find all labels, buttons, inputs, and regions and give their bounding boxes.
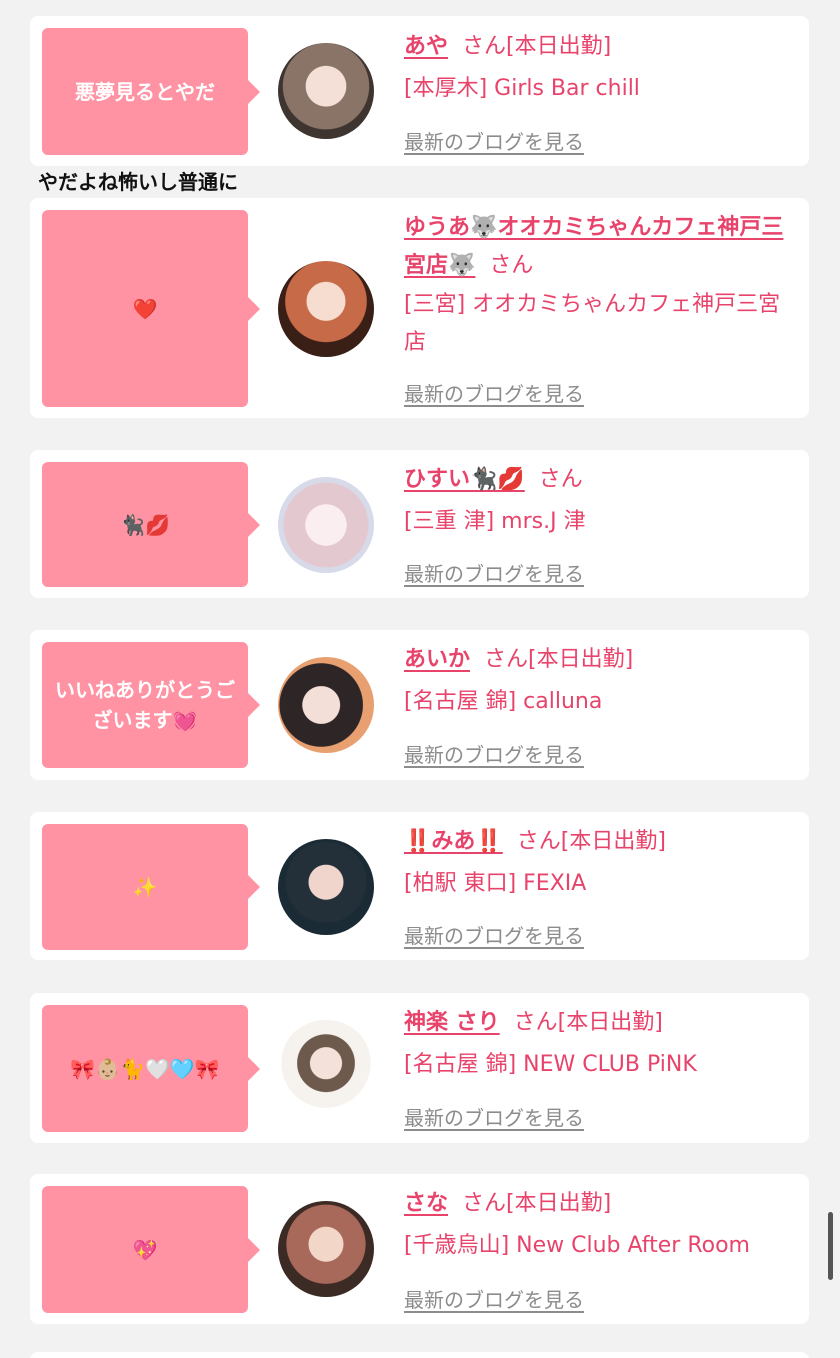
blog-card: 🐈‍⬛💋 ひすい🐈‍⬛💋 さん [三重 津] mrs.J 津 最新のブログを見る <box>30 450 809 598</box>
comment-text: 🎀👶🏼🐈🤍🩵🎀 <box>70 1056 220 1081</box>
latest-blog-link[interactable]: 最新のブログを見る <box>404 558 584 587</box>
scrollbar[interactable] <box>828 1212 833 1280</box>
blog-card: 🎀👶🏼🐈🤍🩵🎀 神楽 さり さん[本日出勤] [名古屋 錦] NEW CLUB P… <box>30 993 809 1143</box>
latest-blog-link[interactable]: 最新のブログを見る <box>404 378 584 407</box>
avatar[interactable] <box>278 657 374 753</box>
shop-name: [三宮] オオカミちゃんカフェ神戸三宮店 <box>404 292 781 355</box>
honorific-status: さん[本日出勤] <box>513 1010 663 1035</box>
avatar[interactable] <box>278 43 374 139</box>
avatar[interactable] <box>278 1020 374 1116</box>
comment-text: 悪夢見るとやだ <box>75 79 215 104</box>
comment-bubble: 悪夢見るとやだ <box>42 28 260 155</box>
honorific-status: さん[本日出勤] <box>516 829 666 854</box>
shop-name: [名古屋 錦] calluna <box>404 689 603 714</box>
shop-name: [柏駅 東口] FEXIA <box>404 871 587 896</box>
blog-card: 悪夢見るとやだ あや さん[本日出勤] [本厚木] Girls Bar chill… <box>30 16 809 166</box>
honorific-status: さん[本日出勤] <box>462 34 612 59</box>
latest-blog-link[interactable]: 最新のブログを見る <box>404 920 584 949</box>
comment-text: ❤️ <box>132 296 158 321</box>
comment-bubble: 🐈‍⬛💋 <box>42 462 260 587</box>
cast-name-link[interactable]: さな <box>404 1191 448 1216</box>
blog-card: 💖 さな さん[本日出勤] [千歳烏山] New Club After Room … <box>30 1174 809 1324</box>
latest-blog-link[interactable]: 最新のブログを見る <box>404 126 584 155</box>
shop-name: [本厚木] Girls Bar chill <box>404 76 640 101</box>
blog-card: ✨ ‼️みあ‼️ さん[本日出勤] [柏駅 東口] FEXIA 最新のブログを見る <box>30 812 809 960</box>
comment-bubble: ❤️ <box>42 210 260 407</box>
comment-bubble: ✨ <box>42 824 260 950</box>
latest-blog-link[interactable]: 最新のブログを見る <box>404 739 584 768</box>
blog-card: ❤️ ゆうあ🐺オオカミちゃんカフェ神戸三宮店🐺 さん [三宮] オオカミちゃんカフ… <box>30 198 809 418</box>
cast-name-link[interactable]: ‼️みあ‼️ <box>404 829 503 854</box>
avatar[interactable] <box>278 839 374 935</box>
cast-name-link[interactable]: あいか <box>404 647 470 672</box>
honorific-status: さん <box>489 253 534 278</box>
reply-text: やだよね怖いし普通に <box>38 170 238 194</box>
comment-text: 🐈‍⬛💋 <box>120 512 170 537</box>
cast-name-link[interactable]: 神楽 さり <box>404 1010 500 1035</box>
comment-bubble: いいねありがとうございます💓 <box>42 642 260 768</box>
shop-name: [名古屋 錦] NEW CLUB PiNK <box>404 1052 697 1077</box>
shop-name: [三重 津] mrs.J 津 <box>404 509 586 534</box>
avatar[interactable] <box>278 261 374 357</box>
comment-bubble: 💖 <box>42 1186 260 1313</box>
shop-name: [千歳烏山] New Club After Room <box>404 1233 750 1258</box>
honorific-status: さん <box>538 467 583 492</box>
avatar[interactable] <box>278 477 374 573</box>
latest-blog-link[interactable]: 最新のブログを見る <box>404 1102 584 1131</box>
cast-name-link[interactable]: ひすい🐈‍⬛💋 <box>404 467 525 492</box>
honorific-status: さん[本日出勤] <box>462 1191 612 1216</box>
comment-bubble: 🎀👶🏼🐈🤍🩵🎀 <box>42 1005 260 1132</box>
cast-name-link[interactable]: あや <box>404 34 448 59</box>
blog-card: いいねありがとうございます💓 あいか さん[本日出勤] [名古屋 錦] callu… <box>30 630 809 780</box>
honorific-status: さん[本日出勤] <box>484 647 634 672</box>
latest-blog-link[interactable]: 最新のブログを見る <box>404 1284 584 1313</box>
comment-text: ✨ <box>132 875 158 899</box>
cast-name-link[interactable]: ゆうあ🐺オオカミちゃんカフェ神戸三宮店🐺 <box>404 215 783 278</box>
avatar[interactable] <box>278 1201 374 1297</box>
comment-text: いいねありがとうございます💓 <box>55 678 235 732</box>
comment-text: 💖 <box>132 1237 158 1262</box>
blog-card <box>30 1352 809 1358</box>
